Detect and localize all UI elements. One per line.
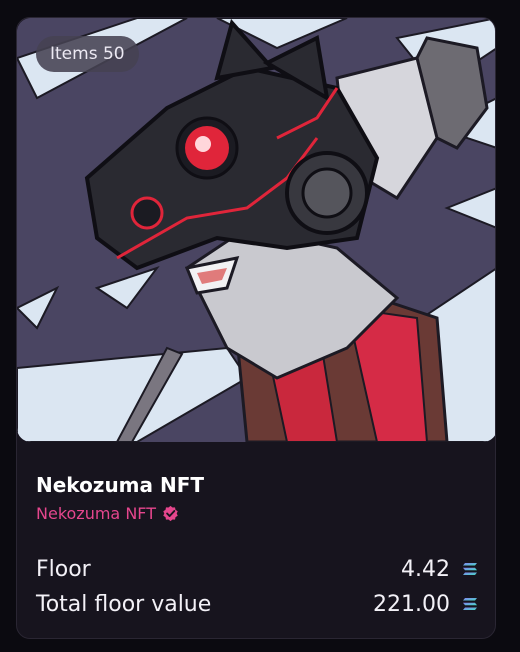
collection-artwork[interactable]: Items 50 [17,18,495,442]
stat-row-total-floor-value: Total floor value 221.00 [36,589,478,619]
creator-name: Nekozuma NFT [36,504,156,523]
solana-icon [463,563,477,575]
items-count-badge: Items 50 [36,36,139,72]
floor-value: 4.42 [401,556,450,582]
verified-badge-icon [163,505,178,522]
nft-collection-card[interactable]: Items 50 Nekozuma NFT Nekozuma NFT Floor… [16,17,496,639]
stat-row-floor: Floor 4.42 [36,554,478,584]
solana-icon [463,598,477,610]
total-floor-value: 221.00 [373,591,450,617]
artwork-illustration [17,18,495,442]
floor-label: Floor [36,556,91,582]
creator-link[interactable]: Nekozuma NFT [36,504,179,523]
collection-title[interactable]: Nekozuma NFT [36,473,204,497]
total-floor-value-label: Total floor value [36,591,212,617]
